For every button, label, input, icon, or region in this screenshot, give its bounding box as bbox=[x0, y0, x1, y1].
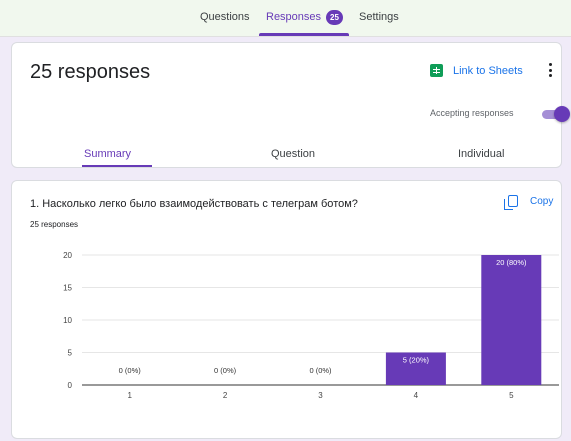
bar-chart: 0 5 10 15 20 0 (0%) 1 0 (0%) 2 0 (0%) 3 5 (20%) 4 20 … bbox=[63, 251, 559, 400]
tab-settings[interactable]: Settings bbox=[359, 11, 399, 23]
active-tab-indicator bbox=[259, 33, 349, 36]
more-options-icon[interactable] bbox=[547, 63, 553, 77]
y-tick-label: 15 bbox=[63, 284, 72, 293]
x-tick-label: 1 bbox=[127, 391, 132, 400]
accepting-responses-label: Accepting responses bbox=[430, 108, 514, 118]
x-tick-label: 3 bbox=[318, 391, 323, 400]
question-summary-card: 1. Насколько легко было взаимодействоват… bbox=[11, 180, 562, 439]
subtab-individual[interactable]: Individual bbox=[458, 148, 504, 160]
y-tick-label: 10 bbox=[63, 316, 72, 325]
y-tick-label: 0 bbox=[68, 381, 73, 390]
sheets-icon bbox=[430, 64, 443, 77]
top-nav: Questions Responses 25 Settings bbox=[0, 0, 571, 37]
x-tick-label: 2 bbox=[223, 391, 228, 400]
bar-data-label: 0 (0%) bbox=[119, 366, 142, 375]
bar-data-label: 0 (0%) bbox=[214, 366, 237, 375]
link-to-sheets-button[interactable]: Link to Sheets bbox=[430, 64, 523, 77]
tab-questions[interactable]: Questions bbox=[200, 11, 250, 23]
link-to-sheets-label: Link to Sheets bbox=[453, 64, 523, 77]
toggle-knob[interactable] bbox=[554, 106, 570, 122]
bar bbox=[481, 255, 542, 385]
tab-responses[interactable]: Responses bbox=[266, 11, 321, 23]
bar-data-label: 20 (80%) bbox=[496, 258, 527, 267]
bar-data-label: 0 (0%) bbox=[309, 366, 332, 375]
x-tick-label: 5 bbox=[509, 391, 514, 400]
subtab-summary[interactable]: Summary bbox=[84, 148, 131, 160]
bar-data-label: 5 (20%) bbox=[403, 356, 430, 365]
y-tick-label: 20 bbox=[63, 251, 72, 260]
responses-count-badge: 25 bbox=[326, 10, 343, 25]
y-tick-label: 5 bbox=[68, 349, 73, 358]
subtab-question[interactable]: Question bbox=[271, 148, 315, 160]
responses-title: 25 responses bbox=[30, 61, 151, 83]
active-subtab-indicator bbox=[82, 165, 152, 167]
x-tick-label: 4 bbox=[414, 391, 419, 400]
responses-header-card: 25 responses Link to Sheets Accepting re… bbox=[11, 42, 570, 168]
